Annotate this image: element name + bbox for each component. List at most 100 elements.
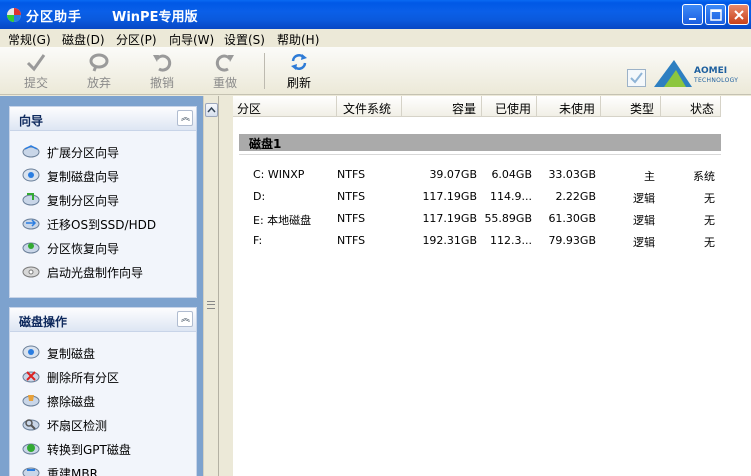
title-bar: 分区助手 WinPE专用版 — [0, 0, 751, 29]
cell-capacity: 192.31GB — [422, 234, 477, 247]
window-subtitle: WinPE专用版 — [112, 10, 198, 25]
cell-type: 主 — [644, 170, 655, 183]
disk-op-label: 删除所有分区 — [47, 371, 120, 385]
wipe-disk-icon — [22, 395, 40, 407]
wizard-item-label: 复制磁盘向导 — [47, 170, 120, 184]
disk-copy-icon — [22, 345, 40, 359]
close-icon — [734, 10, 744, 20]
logo-subtitle: TECHNOLOGY — [694, 77, 739, 84]
checkbox[interactable] — [627, 69, 646, 87]
commit-button[interactable]: 提交 — [14, 51, 58, 91]
disk-ops-panel-title: 磁盘操作 — [19, 315, 68, 329]
disk-header-bar[interactable] — [239, 134, 721, 151]
cell-partition: D: — [253, 190, 266, 203]
cell-filesystem: NTFS — [337, 212, 366, 225]
cell-used: 6.04GB — [491, 168, 532, 181]
menu-general[interactable]: 常规(G) — [8, 31, 51, 48]
cell-capacity: 39.07GB — [429, 168, 477, 181]
discard-label: 放弃 — [86, 76, 111, 90]
checkmark-icon — [26, 54, 46, 72]
column-header-label: 分区 — [237, 102, 262, 116]
chevron-up-icon: ︽ — [181, 314, 191, 324]
maximize-icon — [710, 9, 722, 21]
cell-partition: C: WINXP — [253, 168, 305, 181]
menu-help[interactable]: 帮助(H) — [277, 31, 319, 48]
divider — [239, 154, 721, 155]
partition-recovery-icon — [22, 242, 40, 254]
wizard-panel-header: 向导 ︽ — [10, 107, 196, 131]
convert-gpt-icon — [22, 443, 40, 455]
column-header-capacity[interactable]: 容量 — [402, 96, 482, 117]
collapse-left-pane-button[interactable] — [205, 103, 218, 117]
cell-capacity: 117.19GB — [422, 212, 477, 225]
menu-wizard[interactable]: 向导(W) — [169, 31, 214, 48]
commit-label: 提交 — [23, 76, 48, 90]
menu-bar: 常规(G) 磁盘(D) 分区(P) 向导(W) 设置(S) 帮助(H) — [0, 29, 751, 47]
cell-used: 112.3... — [490, 234, 532, 247]
minimize-button[interactable] — [682, 4, 703, 25]
cell-unused: 33.03GB — [548, 168, 596, 181]
cell-type: 逻辑 — [633, 192, 655, 205]
logo-name: AOMEI — [694, 66, 728, 76]
menu-disk[interactable]: 磁盘(D) — [62, 31, 105, 48]
wizard-item-label: 扩展分区向导 — [47, 146, 120, 160]
menu-partition[interactable]: 分区(P) — [116, 31, 157, 48]
column-header-label: 未使用 — [558, 102, 595, 116]
column-header-label: 容量 — [451, 102, 476, 116]
wizard-panel: 向导 ︽ 扩展分区向导 复制磁盘向导 复制分区向导 迁移OS到SSD/HDD 分… — [9, 106, 197, 298]
disk-op-label: 复制磁盘 — [47, 347, 96, 361]
close-button[interactable] — [728, 4, 749, 25]
redo-label: 重做 — [212, 76, 237, 90]
rebuild-mbr-icon — [22, 467, 40, 476]
maximize-button[interactable] — [705, 4, 726, 25]
refresh-icon — [291, 54, 307, 70]
column-header-unused[interactable]: 未使用 — [537, 96, 601, 117]
undo-label: 撤销 — [149, 76, 174, 90]
cell-filesystem: NTFS — [337, 168, 366, 181]
partition-copy-icon — [22, 193, 40, 206]
disk-op-label: 转换到GPT磁盘 — [47, 443, 131, 457]
cell-filesystem: NTFS — [337, 190, 366, 203]
wizard-panel-title: 向导 — [19, 114, 44, 128]
disk-copy-icon — [22, 168, 40, 182]
refresh-button[interactable]: 刷新 — [277, 51, 321, 91]
refresh-label: 刷新 — [286, 76, 311, 90]
disk-extend-icon — [22, 145, 40, 158]
column-header-partition[interactable]: 分区 — [233, 96, 337, 117]
cell-status: 无 — [704, 192, 715, 205]
column-header-label: 类型 — [629, 102, 654, 116]
cell-status: 无 — [704, 214, 715, 227]
column-header-label: 已使用 — [494, 102, 531, 116]
column-header-type[interactable]: 类型 — [601, 96, 661, 117]
app-icon — [7, 8, 21, 22]
window-title: 分区助手 — [26, 10, 83, 25]
cell-partition: F: — [253, 234, 263, 247]
disk-op-label: 坏扇区检测 — [47, 419, 108, 433]
chevron-up-icon — [207, 106, 216, 113]
chevron-up-icon: ︽ — [181, 113, 191, 123]
pane-splitter[interactable] — [203, 96, 219, 476]
migrate-os-icon — [22, 218, 40, 230]
column-header-label: 状态 — [689, 102, 714, 116]
column-header-used[interactable]: 已使用 — [482, 96, 537, 117]
undo-icon — [153, 54, 172, 72]
discard-button[interactable]: 放弃 — [77, 51, 121, 91]
cell-status: 系统 — [693, 170, 715, 183]
cell-unused: 61.30GB — [548, 212, 596, 225]
disk-ops-panel-header: 磁盘操作 ︽ — [10, 308, 196, 332]
column-header-status[interactable]: 状态 — [661, 96, 721, 117]
splitter-grip[interactable] — [207, 301, 215, 309]
wizard-item-label: 复制分区向导 — [47, 194, 120, 208]
discard-icon — [89, 53, 109, 72]
collapse-disk-ops-button[interactable]: ︽ — [177, 311, 193, 327]
disk-ops-panel: 磁盘操作 ︽ 复制磁盘 删除所有分区 擦除磁盘 坏扇区检测 转换到GPT磁盘 重… — [9, 307, 197, 476]
toolbar-separator — [264, 53, 265, 89]
redo-button[interactable]: 重做 — [203, 51, 247, 91]
collapse-wizard-button[interactable]: ︽ — [177, 110, 193, 126]
column-header-filesystem[interactable]: 文件系统 — [337, 96, 402, 117]
undo-button[interactable]: 撤销 — [140, 51, 184, 91]
disk-label: 磁盘1 — [249, 137, 282, 151]
disk-op-label: 擦除磁盘 — [47, 395, 96, 409]
wizard-item-label: 迁移OS到SSD/HDD — [47, 218, 157, 232]
menu-settings[interactable]: 设置(S) — [224, 31, 265, 48]
